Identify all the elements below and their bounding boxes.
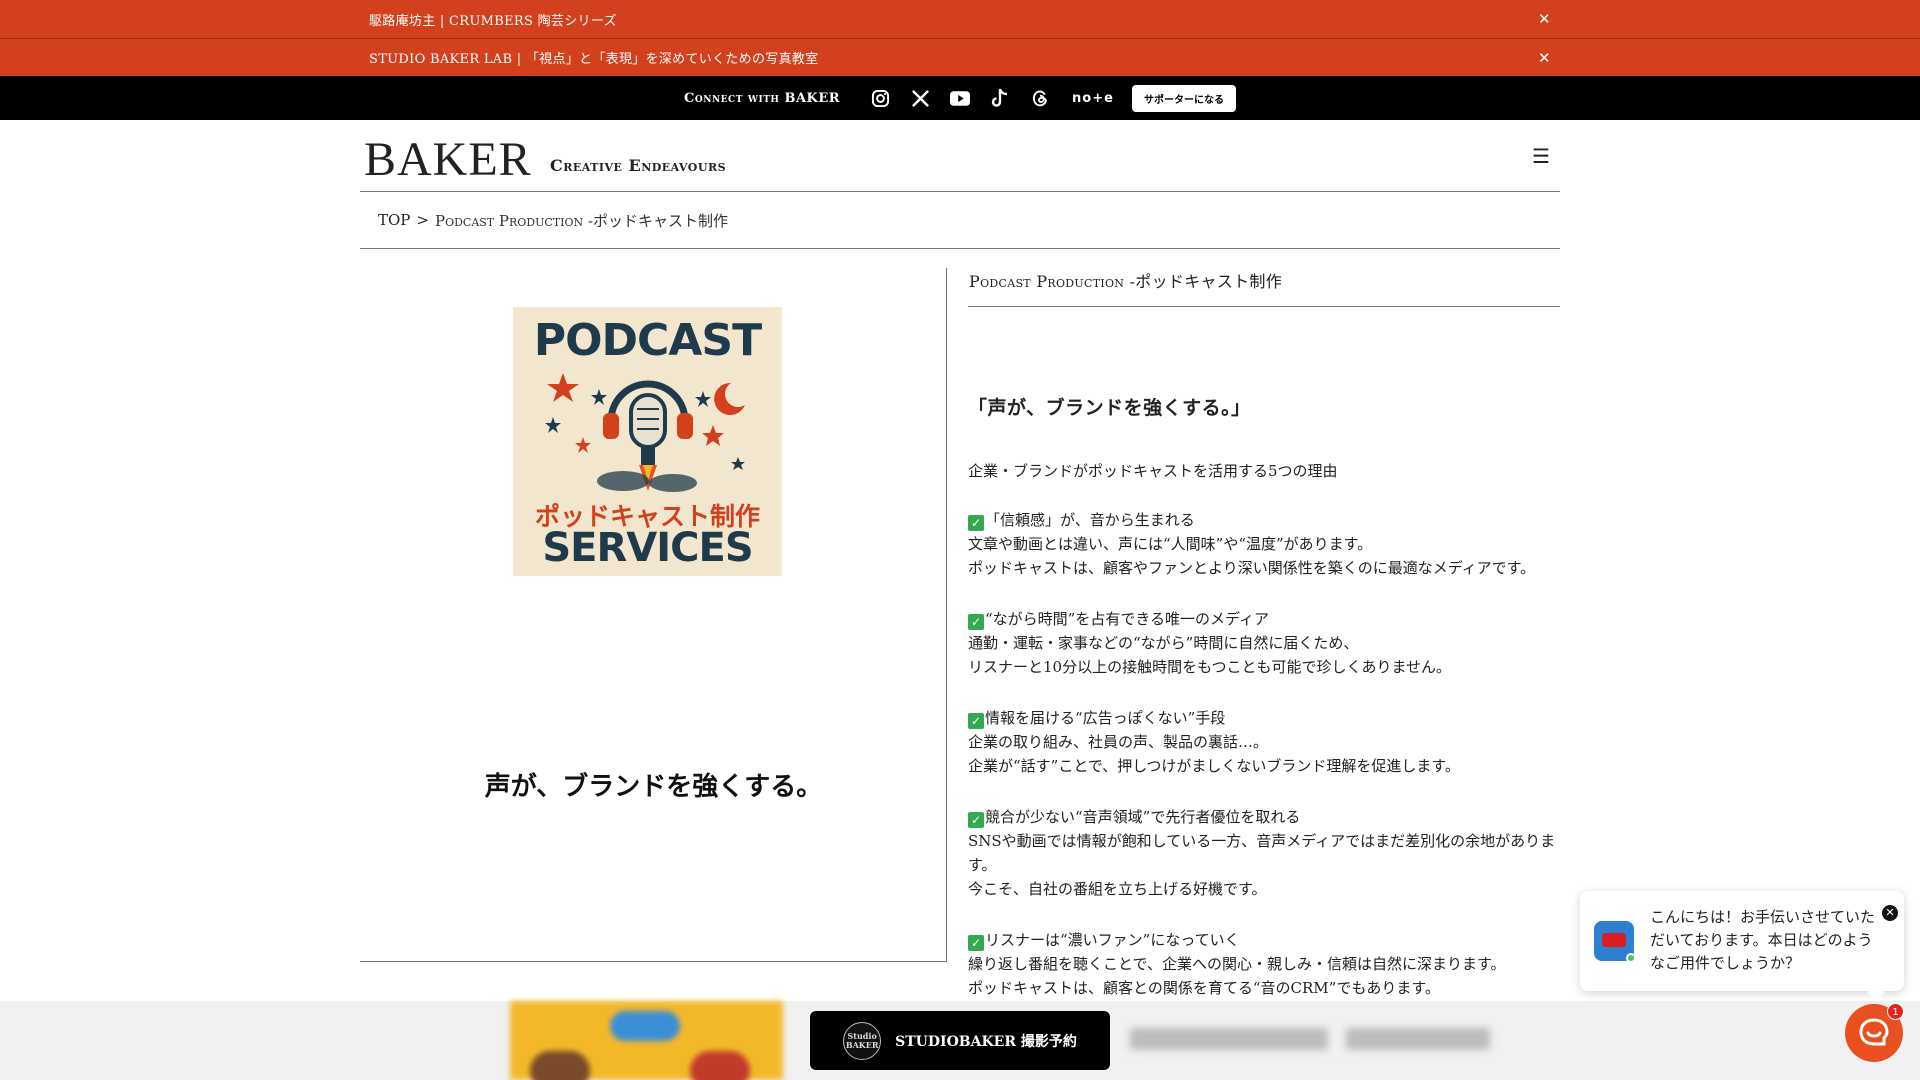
site-logo[interactable]: BAKER bbox=[364, 132, 532, 187]
reason-body: 通勤・運転・家事などの“ながら”時間に自然に届くため、 リスナーと10分以上の接… bbox=[968, 634, 1452, 676]
youtube-icon[interactable] bbox=[950, 88, 971, 108]
chat-popup[interactable]: こんにちは！お手伝いさせていただいております。本日はどのようなご用件でしょうか？… bbox=[1580, 891, 1904, 1002]
notice-text[interactable]: STUDIO BAKER LAB | 「視点」と「表現」を深めていくための写真教… bbox=[369, 48, 818, 67]
notice-bar-crumbers[interactable]: 駆路庵坊主 | CRUMBERS 陶芸シリーズ ✕ bbox=[0, 0, 1920, 38]
unread-badge: 1 bbox=[1887, 1003, 1904, 1020]
booking-button[interactable]: Studio BAKER STUDIOBAKER 撮影予約 bbox=[810, 1011, 1110, 1070]
reason-body: SNSや動画では情報が飽和している一方、音声メディアではまだ差別化の余地がありま… bbox=[968, 832, 1556, 898]
notice-text[interactable]: 駆路庵坊主 | CRUMBERS 陶芸シリーズ bbox=[369, 10, 617, 29]
reason-heading: 「信頼感」が、音から生まれる bbox=[985, 511, 1195, 529]
site-tagline: Creative Endeavours bbox=[550, 156, 727, 175]
reason-item: ✓ 競合が少ない“音声領域”で先行者優位を取れる SNSや動画では情報が飽和してい… bbox=[968, 805, 1560, 901]
article-column: Podcast Production -ポッドキャスト制作 「声が、ブランドを強… bbox=[968, 268, 1560, 1000]
blurred-text bbox=[1130, 1028, 1490, 1050]
reason-item: ✓ リスナーは“濃いファン”になっていく 繰り返し番組を聴くことで、企業への関心・… bbox=[968, 928, 1560, 1000]
note-link[interactable]: no+e bbox=[1072, 91, 1114, 106]
close-icon[interactable]: ✕ bbox=[1882, 905, 1898, 921]
artwork-title: PODCAST bbox=[533, 315, 762, 366]
close-icon[interactable]: ✕ bbox=[1538, 10, 1551, 28]
booking-label: STUDIOBAKER 撮影予約 bbox=[895, 1033, 1077, 1050]
tiktok-icon[interactable] bbox=[990, 88, 1010, 108]
reason-heading: リスナーは“濃いファン”になっていく bbox=[985, 931, 1240, 949]
podcast-artwork: PODCAST ポッドキャスト制作 SERVICES bbox=[513, 307, 782, 576]
notice-bar-lab[interactable]: STUDIO BAKER LAB | 「視点」と「表現」を深めていくための写真教… bbox=[0, 38, 1920, 76]
instagram-icon[interactable] bbox=[870, 88, 890, 108]
check-icon: ✓ bbox=[968, 515, 984, 531]
reason-item: ✓ 情報を届ける“広告っぽくない”手段 企業の取り組み、社員の声、製品の裏話…。 … bbox=[968, 706, 1560, 778]
blurred-thumbnail bbox=[510, 1001, 783, 1080]
check-icon: ✓ bbox=[968, 614, 984, 630]
breadcrumb-current: Podcast Production -ポッドキャスト制作 bbox=[434, 211, 728, 230]
artwork-services: SERVICES bbox=[542, 525, 753, 571]
x-icon[interactable] bbox=[910, 88, 930, 108]
threads-icon[interactable] bbox=[1030, 88, 1050, 108]
breadcrumb-top-link[interactable]: TOP bbox=[378, 211, 410, 229]
site-header: BAKER Creative Endeavours ☰ bbox=[360, 120, 1560, 192]
reason-item: ✓ “ながら時間”を占有できる唯一のメディア 通勤・運転・家事などの“ながら”時間… bbox=[968, 607, 1560, 679]
microphone-icon bbox=[545, 373, 745, 492]
article-headline: 「声が、ブランドを強くする。」 bbox=[968, 397, 1251, 419]
article-title: Podcast Production -ポッドキャスト制作 bbox=[968, 268, 1560, 307]
connect-bar: Connect with BAKER no+e サポーターになる bbox=[0, 76, 1920, 120]
reason-body: 繰り返し番組を聴くことで、企業への関心・親しみ・信頼は自然に深まります。 ポッド… bbox=[968, 955, 1506, 997]
reason-body: 文章や動画とは違い、声には“人間味”や“温度”があります。 ポッドキャストは、顧… bbox=[968, 535, 1536, 577]
reason-body: 企業の取り組み、社員の声、製品の裏話…。 企業が“話す”ことで、押しつけがましく… bbox=[968, 733, 1460, 775]
close-icon[interactable]: ✕ bbox=[1538, 49, 1551, 67]
breadcrumb-separator: > bbox=[416, 211, 429, 229]
hamburger-menu-icon[interactable]: ☰ bbox=[1532, 144, 1550, 168]
connect-label: Connect with BAKER bbox=[684, 90, 841, 106]
breadcrumb: TOP > Podcast Production -ポッドキャスト制作 bbox=[360, 192, 1560, 249]
chat-popup-tail bbox=[1867, 984, 1885, 1002]
check-icon: ✓ bbox=[968, 812, 984, 828]
left-column: PODCAST ポッドキャスト制作 SERVICES 声が、ブランドを強くする。 bbox=[360, 268, 947, 962]
check-icon: ✓ bbox=[968, 713, 984, 729]
reason-heading: “ながら時間”を占有できる唯一のメディア bbox=[985, 610, 1269, 628]
online-status-dot bbox=[1626, 953, 1636, 963]
check-icon: ✓ bbox=[968, 935, 984, 951]
studio-seal-logo: Studio BAKER bbox=[843, 1021, 882, 1060]
article-intro: 企業・ブランドがポッドキャストを活用する5つの理由 bbox=[968, 462, 1338, 480]
reason-item: ✓ 「信頼感」が、音から生まれる 文章や動画とは違い、声には“人間味”や“温度”が… bbox=[968, 508, 1560, 580]
brand-slogan: 声が、ブランドを強くする。 bbox=[484, 772, 823, 802]
reason-heading: 競合が少ない“音声領域”で先行者優位を取れる bbox=[985, 808, 1301, 826]
supporter-button[interactable]: サポーターになる bbox=[1131, 84, 1236, 112]
chat-message: こんにちは！お手伝いさせていただいております。本日はどのようなご用件でしょうか？ bbox=[1650, 908, 1876, 972]
reason-heading: 情報を届ける“広告っぽくない”手段 bbox=[985, 709, 1226, 727]
chat-bubble-icon bbox=[1859, 1018, 1889, 1046]
